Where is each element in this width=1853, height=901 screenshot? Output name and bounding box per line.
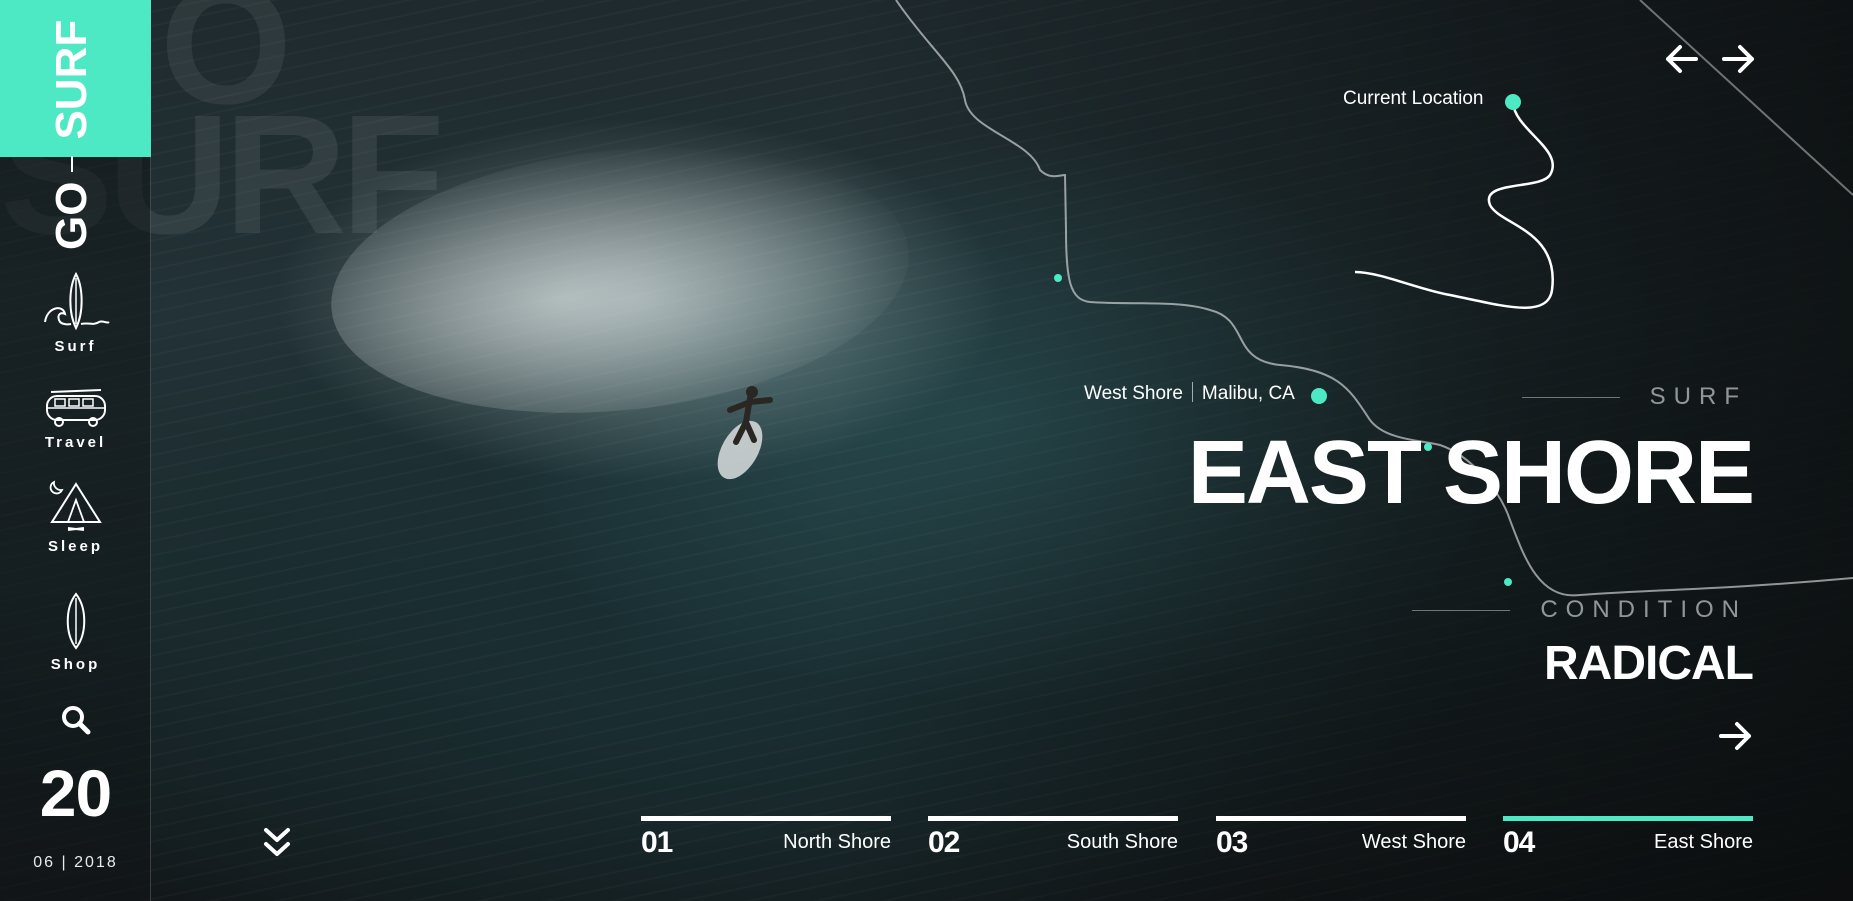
surfboard-icon <box>66 592 85 650</box>
tab-north-shore[interactable]: 01 North Shore <box>641 816 891 859</box>
hero-title: EAST SHORE <box>1187 423 1755 523</box>
sidebar-item-label: Surf <box>54 338 97 355</box>
tab-south-shore[interactable]: 02 South Shore <box>928 816 1178 859</box>
condition-label: CONDITION <box>1540 596 1747 623</box>
tab-progress-bar <box>928 816 1178 821</box>
date-month-year: 06 | 2018 <box>0 854 151 872</box>
tab-number: 01 <box>641 826 673 859</box>
condition-value: RADICAL <box>1544 637 1754 690</box>
van-icon <box>45 389 106 427</box>
spot-place: Malibu, CA <box>1201 383 1295 404</box>
eyebrow-rule <box>1412 609 1511 611</box>
tab-west-shore[interactable]: 03 West Shore <box>1216 816 1466 859</box>
arrow-right-icon[interactable] <box>1720 43 1756 75</box>
scroll-down-chevrons-icon[interactable] <box>262 824 292 862</box>
sidebar-item-label: Sleep <box>47 538 104 555</box>
tab-label: North Shore <box>783 831 891 853</box>
surfboard-wave-icon <box>43 272 110 331</box>
tab-label: West Shore <box>1361 831 1466 853</box>
tab-east-shore[interactable]: 04 East Shore <box>1503 816 1753 859</box>
sidebar: GO SURF Surf Travel Sleep Shop 20 06 | 2… <box>0 0 151 901</box>
sidebar-item-travel[interactable]: Travel <box>0 384 151 451</box>
current-location-label: Current Location <box>1343 88 1484 109</box>
tab-number: 04 <box>1503 826 1535 859</box>
arrow-left-icon[interactable] <box>1664 43 1700 75</box>
sidebar-item-shop[interactable]: Shop <box>0 592 151 673</box>
eyebrow-rule <box>1521 396 1620 398</box>
arrow-right-icon[interactable] <box>1717 720 1753 752</box>
condition-eyebrow: CONDITION <box>1412 596 1747 624</box>
date-separator: | <box>61 854 68 871</box>
sidebar-item-surf[interactable]: Surf <box>0 272 151 355</box>
tab-progress-bar <box>1216 816 1466 821</box>
tab-number: 02 <box>928 826 960 859</box>
logo-separator <box>71 155 73 172</box>
logo-go-text: GO <box>47 181 96 250</box>
sidebar-item-label: Shop <box>50 656 101 673</box>
spot-name: West Shore <box>1084 383 1183 404</box>
logo[interactable]: GO SURF <box>47 19 96 250</box>
spot-location-label[interactable]: West Shore Malibu, CA <box>1084 382 1295 405</box>
hero-eyebrow-text: SURF <box>1649 383 1747 410</box>
search-icon[interactable] <box>60 704 92 736</box>
date-month: 06 <box>33 854 56 871</box>
date-day: 20 <box>39 756 112 830</box>
date-year: 2018 <box>74 854 118 871</box>
tab-progress-bar <box>1503 816 1753 821</box>
spot-divider <box>1191 382 1193 402</box>
hero-eyebrow: SURF <box>1521 383 1747 411</box>
tent-icon <box>49 480 102 531</box>
sidebar-item-label: Travel <box>44 434 107 451</box>
sidebar-item-sleep[interactable]: Sleep <box>0 478 151 555</box>
tab-progress-bar <box>641 816 891 821</box>
tab-number: 03 <box>1216 826 1248 859</box>
tab-label: South Shore <box>1066 831 1178 853</box>
tab-label: East Shore <box>1654 831 1753 853</box>
logo-surf-text: SURF <box>47 19 96 140</box>
